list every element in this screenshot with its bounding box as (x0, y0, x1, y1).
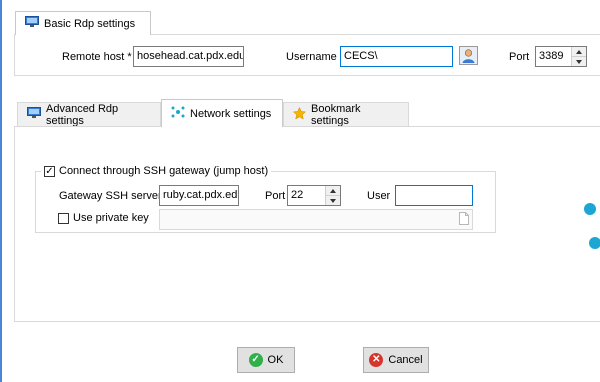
close-icon: ✕ (369, 353, 384, 367)
remote-host-label: Remote host * (62, 51, 132, 63)
tab-label: Network settings (190, 107, 272, 120)
gateway-ssh-server-input[interactable]: ruby.cat.pdx.edu (159, 185, 239, 206)
ssh-port-label: Port (265, 190, 286, 202)
remote-host-input[interactable]: hosehead.cat.pdx.edu (133, 46, 244, 67)
file-icon (459, 212, 469, 228)
gateway-ssh-server-label: Gateway SSH server (59, 190, 162, 202)
window-left-edge (0, 0, 2, 382)
tab-advanced-rdp-settings[interactable]: Advanced Rdp settings (17, 102, 161, 127)
cancel-button[interactable]: ✕ Cancel (363, 347, 429, 373)
ssh-gateway-header: ✓ Connect through SSH gateway (jump host… (41, 164, 272, 178)
port-value: 3389 (539, 50, 564, 62)
connect-ssh-checkbox[interactable]: ✓ (44, 165, 55, 177)
username-label: Username (286, 51, 337, 63)
tab-bookmark-settings[interactable]: Bookmark settings (283, 102, 409, 127)
user-icon (460, 49, 477, 67)
checkmark-icon: ✓ (248, 353, 263, 367)
ssh-port-stepper[interactable]: 22 (287, 185, 341, 206)
ok-button[interactable]: ✓ OK (237, 347, 295, 373)
connect-ssh-label: Connect through SSH gateway (jump host) (59, 165, 269, 177)
port-increment-button[interactable] (572, 47, 586, 57)
ok-label: OK (267, 354, 284, 366)
port-label: Port (509, 51, 530, 63)
monitor-icon (27, 107, 41, 122)
use-private-key-label: Use private key (73, 212, 149, 224)
ssh-port-decrement-button[interactable] (326, 196, 340, 205)
ssh-user-input[interactable] (395, 185, 473, 206)
user-picker-button[interactable] (459, 46, 478, 65)
monitor-icon (25, 16, 39, 31)
tab-basic-rdp-settings[interactable]: Basic Rdp settings (15, 11, 151, 35)
port-decrement-button[interactable] (572, 57, 586, 66)
private-key-path-input (159, 209, 473, 230)
network-icon (171, 106, 185, 121)
private-key-row: Use private key (58, 212, 149, 224)
star-icon (292, 106, 307, 123)
tab-label: Basic Rdp settings (44, 17, 136, 30)
decoration-dot (584, 203, 596, 215)
tab-network-settings[interactable]: Network settings (161, 99, 283, 127)
port-stepper[interactable]: 3389 (535, 46, 587, 67)
tab-label: Advanced Rdp settings (46, 102, 119, 127)
use-private-key-checkbox[interactable] (58, 212, 69, 224)
cancel-label: Cancel (388, 354, 423, 366)
tab-label: Bookmark settings (311, 102, 361, 127)
username-input[interactable]: CECS\ (340, 46, 453, 67)
ssh-user-label: User (367, 190, 391, 202)
decoration-dot (589, 237, 600, 249)
ssh-port-increment-button[interactable] (326, 186, 340, 196)
ssh-port-value: 22 (291, 189, 304, 201)
